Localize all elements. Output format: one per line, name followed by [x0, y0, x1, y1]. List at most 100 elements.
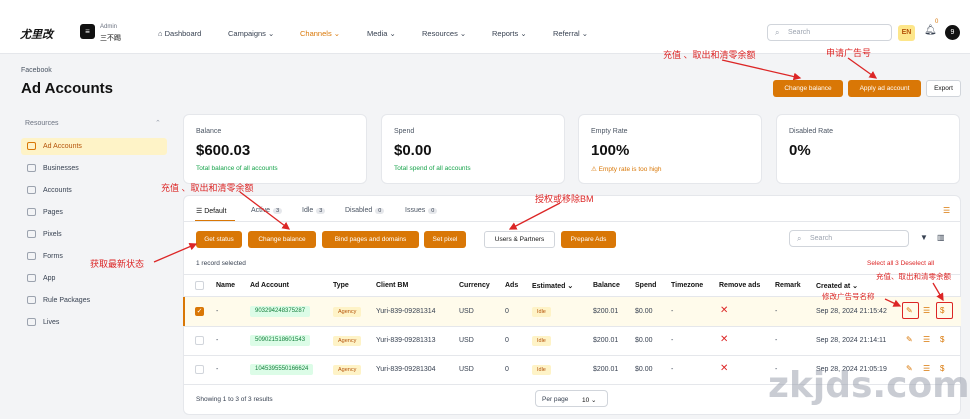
settings-icon[interactable]: ☰ — [923, 306, 930, 315]
row-ad-account[interactable]: 509021518601543 — [250, 335, 311, 346]
sidebar-item-ad-accounts[interactable]: Ad Accounts — [21, 138, 167, 155]
workspace-icon[interactable]: ≡ — [80, 24, 95, 39]
tab-disabled[interactable]: Disabled 0 — [345, 207, 385, 214]
change-balance-button[interactable]: Change balance — [773, 80, 843, 97]
user-role: Admin — [100, 24, 118, 30]
row-balance: $200.01 — [593, 308, 619, 315]
row-created-at: Sep 28, 2024 21:15:42 — [816, 308, 887, 315]
change-balance-button-toolbar[interactable]: Change balance — [248, 231, 316, 248]
row-checkbox[interactable] — [195, 336, 204, 345]
bell-icon[interactable]: 🔔︎ — [924, 25, 937, 36]
remove-ads-x-icon[interactable]: ✕ — [720, 363, 728, 374]
card-label: Empty Rate — [591, 128, 628, 135]
nav-resources[interactable]: Resources ⌄ — [422, 29, 466, 38]
select-all-checkbox[interactable] — [195, 281, 204, 290]
sidebar-item-rule-packages[interactable]: Rule Packages — [21, 292, 167, 309]
row-checkbox[interactable] — [195, 365, 204, 374]
get-status-button[interactable]: Get status — [196, 231, 242, 248]
col-remove-ads[interactable]: Remove ads — [719, 282, 760, 289]
columns-icon[interactable]: ☰ — [943, 206, 950, 215]
breadcrumb[interactable]: Facebook — [21, 67, 52, 74]
per-page-select[interactable]: Per page 10 ⌄ — [535, 390, 608, 407]
tab-idle[interactable]: Idle 3 — [302, 207, 326, 214]
sidebar-item-lives[interactable]: Lives — [21, 314, 167, 331]
annotation-top-apply: 申请广告号 — [826, 48, 872, 58]
remove-ads-x-icon[interactable]: ✕ — [720, 305, 728, 316]
set-pixel-button[interactable]: Set pixel — [424, 231, 466, 248]
col-created-at[interactable]: Created at ⌄ — [816, 282, 858, 290]
row-ads: 0 — [505, 308, 509, 315]
row-type-badge: Agency — [333, 365, 362, 375]
users-partners-button[interactable]: Users & Partners — [484, 231, 555, 248]
prepare-ads-button[interactable]: Prepare Ads — [561, 231, 616, 248]
sidebar-item-businesses[interactable]: Businesses — [21, 160, 167, 177]
col-remark[interactable]: Remark — [775, 282, 801, 289]
row-divider — [183, 355, 961, 356]
select-all-links[interactable]: Select all 3 Deselect all — [867, 260, 934, 267]
tab-default[interactable]: ☰ Default — [196, 207, 226, 215]
row-checkbox[interactable]: ✓ — [195, 307, 204, 316]
sidebar-item-accounts[interactable]: Accounts — [21, 182, 167, 199]
col-timezone[interactable]: Timezone — [671, 282, 703, 289]
sidebar-item-pixels[interactable]: Pixels — [21, 226, 167, 243]
lives-icon — [27, 318, 36, 326]
col-estimated[interactable]: Estimated ⌄ — [532, 282, 573, 290]
row-currency: USD — [459, 308, 474, 315]
remove-ads-x-icon[interactable]: ✕ — [720, 334, 728, 345]
row-balance: $200.01 — [593, 337, 619, 344]
row-timezone: - — [671, 308, 674, 315]
global-search-input[interactable]: ⌕ Search — [767, 24, 892, 41]
card-label: Spend — [394, 128, 415, 135]
nav-campaigns[interactable]: Campaigns ⌄ — [228, 29, 274, 38]
col-balance[interactable]: Balance — [593, 282, 620, 289]
sidebar: Resources ⌃ Ad Accounts Businesses Accou… — [21, 114, 167, 344]
sidebar-heading[interactable]: Resources — [25, 120, 58, 127]
row-client-bm: Yuri-839-09281304 — [376, 366, 436, 373]
annotation-partners: 授权或移除BM — [535, 194, 594, 204]
sidebar-item-app[interactable]: App — [21, 270, 167, 287]
export-button[interactable]: Export — [926, 80, 961, 97]
row-ad-account[interactable]: 903294248375287 — [250, 306, 311, 317]
chevron-up-icon[interactable]: ⌃ — [155, 119, 161, 127]
row-type-badge: Agency — [333, 307, 362, 317]
nav-referral[interactable]: Referral ⌄ — [553, 29, 588, 38]
card-label: Disabled Rate — [789, 128, 833, 135]
nav-media[interactable]: Media ⌄ — [367, 29, 396, 38]
col-spend[interactable]: Spend — [635, 282, 656, 289]
card-subtext: Total balance of all accounts — [196, 165, 278, 172]
row-name: - — [216, 366, 219, 373]
tab-active[interactable]: Active 3 — [251, 207, 283, 214]
nav-dashboard[interactable]: ⌂ Dashboard — [158, 29, 201, 38]
row-client-bm: Yuri-839-09281313 — [376, 337, 436, 344]
row-divider — [183, 326, 961, 327]
col-type[interactable]: Type — [333, 282, 349, 289]
edit-icon[interactable]: ✎ — [906, 335, 913, 344]
col-currency[interactable]: Currency — [459, 282, 490, 289]
col-client-bm[interactable]: Client BM — [376, 282, 408, 289]
brand-logo[interactable]: 尤里改 — [20, 26, 53, 42]
row-ad-account[interactable]: 1045395550166624 — [250, 364, 314, 375]
language-switch[interactable]: EN — [898, 25, 915, 41]
col-name[interactable]: Name — [216, 282, 235, 289]
bind-pages-button[interactable]: Bind pages and domains — [322, 231, 419, 248]
filter-icon[interactable]: ▼ — [920, 233, 928, 242]
user-name[interactable]: 三不踢 — [100, 33, 121, 43]
header-top-line — [183, 274, 961, 275]
column-toggle-icon[interactable]: ▥ — [937, 233, 945, 242]
sidebar-item-pages[interactable]: Pages — [21, 204, 167, 221]
disabled-rate-card: Disabled Rate 0% — [776, 114, 960, 184]
balance-card: Balance $600.03 Total balance of all acc… — [183, 114, 367, 184]
dollar-icon[interactable]: $ — [940, 335, 944, 344]
settings-icon[interactable]: ☰ — [923, 335, 930, 344]
col-ads[interactable]: Ads — [505, 282, 518, 289]
apply-ad-account-button[interactable]: Apply ad account — [848, 80, 921, 97]
nav-reports[interactable]: Reports ⌄ — [492, 29, 527, 38]
card-subtext: Total spend of all accounts — [394, 165, 471, 172]
col-ad-account[interactable]: Ad Account — [250, 282, 289, 289]
annotation-tabs-change: 充值 、取出和清零余额 — [161, 183, 254, 193]
nav-channels[interactable]: Channels ⌄ — [300, 29, 340, 38]
avatar[interactable]: 9 — [945, 25, 960, 40]
tab-issues[interactable]: Issues 0 — [405, 207, 438, 214]
row-spend: $0.00 — [635, 337, 653, 344]
table-search-input[interactable]: ⌕ Search — [789, 230, 909, 247]
